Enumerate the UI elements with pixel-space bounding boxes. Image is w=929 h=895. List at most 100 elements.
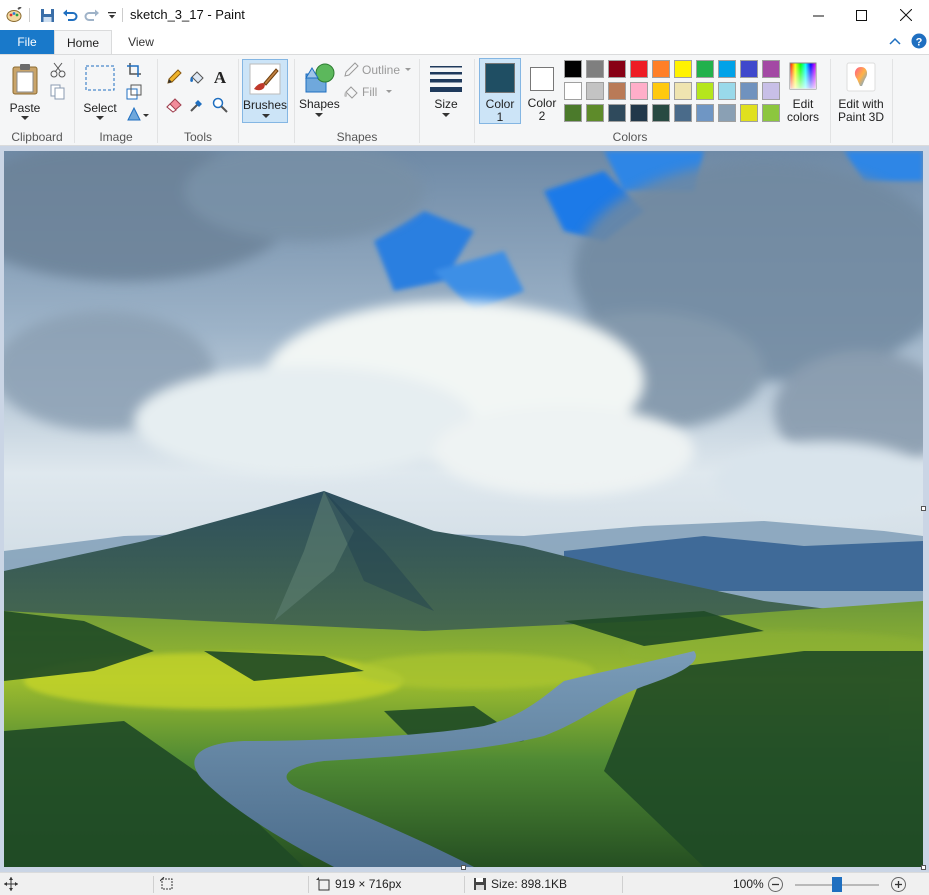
pencil-icon[interactable] (166, 69, 182, 85)
magnifier-icon[interactable] (212, 97, 228, 113)
palette-swatch[interactable] (586, 82, 604, 100)
text-icon[interactable]: A (212, 68, 228, 85)
palette-swatch[interactable] (630, 104, 648, 122)
palette-swatch[interactable] (586, 60, 604, 78)
redo-icon[interactable] (84, 7, 100, 23)
shapes-icon (305, 63, 335, 93)
palette-swatch[interactable] (608, 60, 626, 78)
palette-swatch[interactable] (586, 104, 604, 122)
resize-icon[interactable] (126, 84, 142, 100)
palette-swatch[interactable] (630, 82, 648, 100)
svg-text:A: A (214, 68, 227, 85)
palette-swatch[interactable] (740, 104, 758, 122)
save-icon[interactable] (39, 7, 55, 23)
palette-swatch[interactable] (652, 60, 670, 78)
image-dimensions: 919 × 716px (335, 877, 402, 891)
color-spectrum-icon (789, 62, 817, 90)
palette-swatch[interactable] (674, 60, 692, 78)
palette-swatch[interactable] (674, 104, 692, 122)
fill-label: Fill (362, 85, 378, 99)
maximize-icon (855, 9, 867, 21)
zoom-level: 100% (733, 877, 764, 891)
eraser-icon[interactable] (166, 97, 182, 113)
select-button[interactable]: Select (79, 59, 121, 121)
palette-swatch[interactable] (652, 82, 670, 100)
palette-swatch[interactable] (718, 60, 736, 78)
divider (308, 876, 309, 893)
palette-swatch[interactable] (630, 60, 648, 78)
landscape-painting (4, 151, 923, 867)
divider (419, 59, 420, 143)
palette-swatch[interactable] (718, 104, 736, 122)
palette-swatch[interactable] (762, 82, 780, 100)
rotate-icon[interactable] (126, 106, 150, 122)
paint-app-icon[interactable] (6, 7, 22, 23)
resize-handle-corner[interactable] (921, 865, 926, 870)
size-button[interactable]: Size (424, 59, 468, 123)
palette-swatch[interactable] (608, 82, 626, 100)
customize-quick-access-icon[interactable] (104, 7, 120, 23)
color2-button[interactable]: Color 2 (523, 58, 561, 124)
drawing-canvas[interactable] (4, 151, 923, 867)
canvas-workspace (0, 146, 929, 872)
palette-swatch[interactable] (762, 104, 780, 122)
shapes-group-label: Shapes (336, 130, 378, 144)
tab-home[interactable]: Home (54, 30, 112, 55)
svg-text:?: ? (916, 37, 923, 49)
paint3d-icon (846, 62, 876, 92)
undo-icon[interactable] (62, 7, 78, 23)
status-bar: 919 × 716px Size: 898.1KB 100% (0, 872, 929, 895)
palette-swatch[interactable] (608, 104, 626, 122)
close-button[interactable] (883, 0, 929, 30)
zoom-out-button[interactable] (768, 877, 783, 892)
cursor-position-icon (4, 877, 18, 891)
chevron-down-icon (21, 116, 29, 120)
minimize-button[interactable] (795, 0, 841, 30)
collapse-ribbon-icon[interactable] (889, 35, 901, 49)
palette-swatch[interactable] (718, 82, 736, 100)
palette-swatch[interactable] (696, 82, 714, 100)
zoom-in-button[interactable] (891, 877, 906, 892)
palette-swatch[interactable] (652, 104, 670, 122)
plus-icon (895, 881, 902, 888)
tab-view[interactable]: View (118, 30, 164, 54)
palette-swatch[interactable] (564, 104, 582, 122)
maximize-button[interactable] (838, 0, 884, 30)
cut-icon[interactable] (50, 62, 66, 78)
palette-swatch[interactable] (762, 60, 780, 78)
close-icon (900, 9, 912, 21)
color1-button[interactable]: Color 1 (479, 58, 521, 124)
crop-icon[interactable] (126, 62, 142, 78)
fill-with-color-icon[interactable] (189, 69, 205, 85)
palette-swatch[interactable] (564, 60, 582, 78)
palette-swatch[interactable] (674, 82, 692, 100)
brushes-label: Brushes (243, 98, 288, 112)
edit-colors-button[interactable]: Edit colors (783, 59, 823, 124)
palette-swatch[interactable] (740, 60, 758, 78)
resize-handle-right[interactable] (921, 506, 926, 511)
divider (464, 876, 465, 893)
paste-button[interactable]: Paste (4, 59, 46, 121)
tab-file[interactable]: File (0, 30, 54, 54)
palette-swatch[interactable] (740, 82, 758, 100)
fill-dropdown[interactable]: Fill (343, 84, 403, 100)
chevron-down-icon (315, 113, 323, 117)
file-size: Size: 898.1KB (491, 877, 568, 891)
palette-swatch[interactable] (696, 104, 714, 122)
copy-icon[interactable] (50, 84, 66, 100)
divider (122, 8, 123, 22)
shapes-button[interactable]: Shapes (299, 59, 340, 123)
brushes-button[interactable]: Brushes (242, 59, 288, 123)
chevron-down-icon (442, 113, 450, 117)
help-icon[interactable]: ? (911, 33, 927, 52)
palette-swatch[interactable] (696, 60, 714, 78)
divider (238, 59, 239, 143)
color-picker-icon[interactable] (189, 97, 205, 113)
resize-handle-bottom[interactable] (461, 865, 466, 870)
color-palette (564, 60, 784, 126)
edit-with-paint3d-button[interactable]: Edit with Paint 3D (834, 59, 888, 124)
minus-icon (772, 883, 779, 886)
palette-swatch[interactable] (564, 82, 582, 100)
zoom-slider-thumb[interactable] (832, 877, 842, 892)
outline-dropdown[interactable]: Outline (343, 62, 413, 78)
